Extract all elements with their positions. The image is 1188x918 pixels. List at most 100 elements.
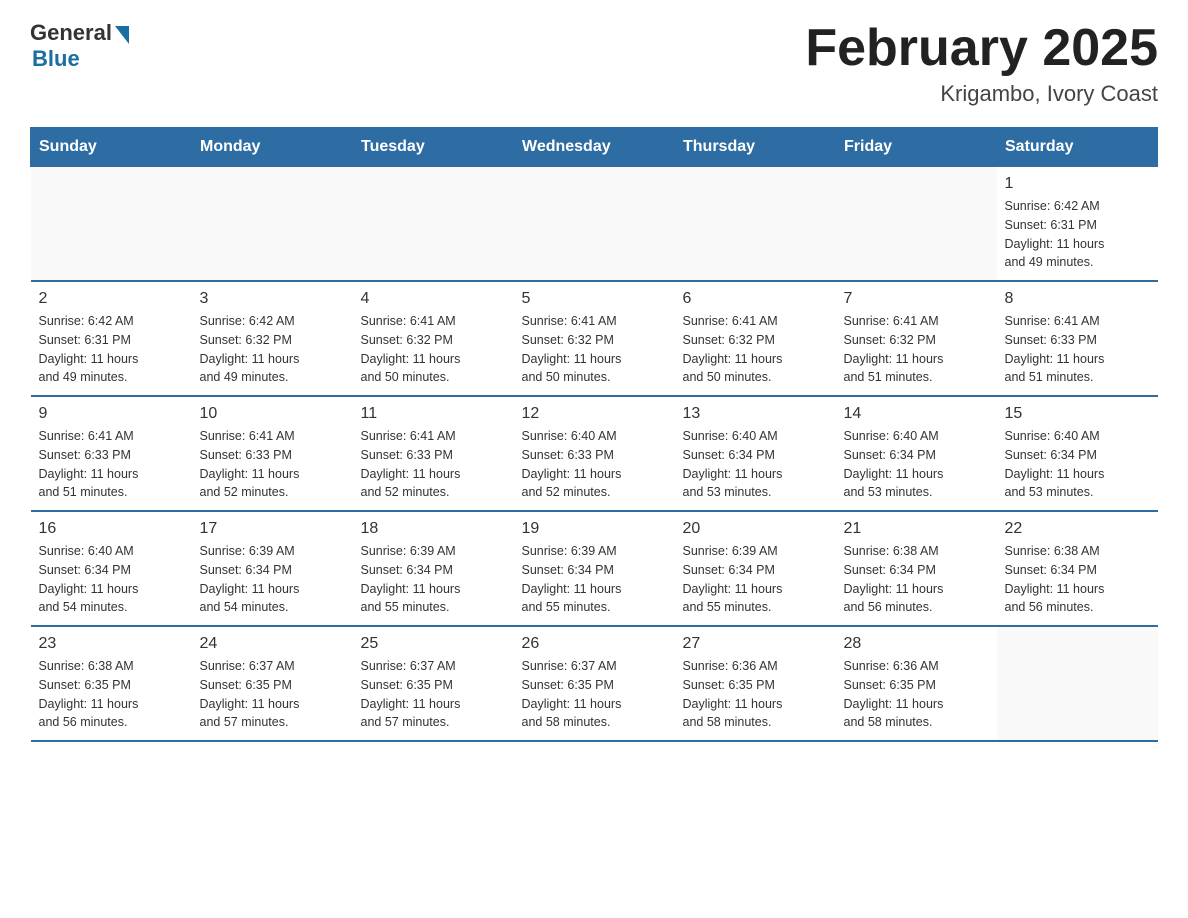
calendar-table: SundayMondayTuesdayWednesdayThursdayFrid… [30, 127, 1158, 742]
day-info: Sunrise: 6:37 AM Sunset: 6:35 PM Dayligh… [361, 657, 506, 732]
calendar-day-cell: 19Sunrise: 6:39 AM Sunset: 6:34 PM Dayli… [514, 511, 675, 626]
day-info: Sunrise: 6:39 AM Sunset: 6:34 PM Dayligh… [200, 542, 345, 617]
calendar-week-row: 1 Sunrise: 6:42 AM Sunset: 6:31 PM Daylig… [31, 167, 1158, 282]
day-info: Sunrise: 6:36 AM Sunset: 6:35 PM Dayligh… [844, 657, 989, 732]
day-number: 8 [1005, 290, 1150, 308]
day-number: 17 [200, 520, 345, 538]
calendar-day-cell: 5 Sunrise: 6:41 AM Sunset: 6:32 PM Daylig… [514, 281, 675, 396]
day-number: 10 [200, 405, 345, 423]
location-title: Krigambo, Ivory Coast [805, 81, 1158, 107]
day-info: Sunrise: 6:42 AM Sunset: 6:31 PM Dayligh… [1005, 197, 1150, 272]
day-info: Sunrise: 6:37 AM Sunset: 6:35 PM Dayligh… [200, 657, 345, 732]
calendar-day-header: Saturday [997, 128, 1158, 167]
calendar-day-cell: 16 Sunrise: 6:40 AM Sunset: 6:34 PM Dayli… [31, 511, 192, 626]
logo-general-text: General [30, 20, 112, 46]
calendar-day-cell: 10 Sunrise: 6:41 AM Sunset: 6:33 PM Dayli… [192, 396, 353, 511]
calendar-day-cell [997, 626, 1158, 741]
day-number: 15 [1005, 405, 1150, 423]
calendar-day-header: Wednesday [514, 128, 675, 167]
calendar-week-row: 9 Sunrise: 6:41 AM Sunset: 6:33 PM Daylig… [31, 396, 1158, 511]
calendar-day-cell [353, 167, 514, 282]
calendar-day-cell: 17 Sunrise: 6:39 AM Sunset: 6:34 PM Dayli… [192, 511, 353, 626]
calendar-day-cell: 21 Sunrise: 6:38 AM Sunset: 6:34 PM Dayli… [836, 511, 997, 626]
calendar-day-cell: 28 Sunrise: 6:36 AM Sunset: 6:35 PM Dayli… [836, 626, 997, 741]
day-number: 1 [1005, 175, 1150, 193]
day-number: 9 [39, 405, 184, 423]
calendar-day-cell: 11Sunrise: 6:41 AM Sunset: 6:33 PM Dayli… [353, 396, 514, 511]
day-info: Sunrise: 6:39 AM Sunset: 6:34 PM Dayligh… [361, 542, 506, 617]
day-number: 27 [683, 635, 828, 653]
month-title: February 2025 [805, 20, 1158, 77]
day-info: Sunrise: 6:41 AM Sunset: 6:33 PM Dayligh… [39, 427, 184, 502]
calendar-day-cell: 9 Sunrise: 6:41 AM Sunset: 6:33 PM Daylig… [31, 396, 192, 511]
calendar-week-row: 2 Sunrise: 6:42 AM Sunset: 6:31 PM Daylig… [31, 281, 1158, 396]
day-info: Sunrise: 6:37 AM Sunset: 6:35 PM Dayligh… [522, 657, 667, 732]
day-number: 6 [683, 290, 828, 308]
day-info: Sunrise: 6:41 AM Sunset: 6:32 PM Dayligh… [844, 312, 989, 387]
day-info: Sunrise: 6:42 AM Sunset: 6:31 PM Dayligh… [39, 312, 184, 387]
day-number: 18 [361, 520, 506, 538]
day-info: Sunrise: 6:36 AM Sunset: 6:35 PM Dayligh… [683, 657, 828, 732]
day-info: Sunrise: 6:38 AM Sunset: 6:35 PM Dayligh… [39, 657, 184, 732]
calendar-day-cell [836, 167, 997, 282]
calendar-header-row: SundayMondayTuesdayWednesdayThursdayFrid… [31, 128, 1158, 167]
day-number: 16 [39, 520, 184, 538]
page-header: General Blue February 2025 Krigambo, Ivo… [30, 20, 1158, 107]
day-info: Sunrise: 6:40 AM Sunset: 6:34 PM Dayligh… [1005, 427, 1150, 502]
calendar-day-cell: 26 Sunrise: 6:37 AM Sunset: 6:35 PM Dayli… [514, 626, 675, 741]
calendar-day-cell: 2 Sunrise: 6:42 AM Sunset: 6:31 PM Daylig… [31, 281, 192, 396]
day-info: Sunrise: 6:41 AM Sunset: 6:33 PM Dayligh… [200, 427, 345, 502]
day-number: 19 [522, 520, 667, 538]
calendar-day-cell [675, 167, 836, 282]
calendar-day-cell: 27 Sunrise: 6:36 AM Sunset: 6:35 PM Dayli… [675, 626, 836, 741]
calendar-week-row: 23Sunrise: 6:38 AM Sunset: 6:35 PM Dayli… [31, 626, 1158, 741]
calendar-day-cell: 15 Sunrise: 6:40 AM Sunset: 6:34 PM Dayli… [997, 396, 1158, 511]
day-info: Sunrise: 6:38 AM Sunset: 6:34 PM Dayligh… [1005, 542, 1150, 617]
calendar-day-cell: 6Sunrise: 6:41 AM Sunset: 6:32 PM Daylig… [675, 281, 836, 396]
calendar-day-cell [192, 167, 353, 282]
calendar-day-cell: 7Sunrise: 6:41 AM Sunset: 6:32 PM Daylig… [836, 281, 997, 396]
day-info: Sunrise: 6:41 AM Sunset: 6:33 PM Dayligh… [361, 427, 506, 502]
day-number: 28 [844, 635, 989, 653]
day-number: 13 [683, 405, 828, 423]
day-number: 21 [844, 520, 989, 538]
calendar-day-cell: 13Sunrise: 6:40 AM Sunset: 6:34 PM Dayli… [675, 396, 836, 511]
calendar-day-cell: 18 Sunrise: 6:39 AM Sunset: 6:34 PM Dayli… [353, 511, 514, 626]
day-info: Sunrise: 6:38 AM Sunset: 6:34 PM Dayligh… [844, 542, 989, 617]
day-number: 20 [683, 520, 828, 538]
day-number: 2 [39, 290, 184, 308]
calendar-day-cell [514, 167, 675, 282]
calendar-day-cell: 3 Sunrise: 6:42 AM Sunset: 6:32 PM Daylig… [192, 281, 353, 396]
logo: General Blue [30, 20, 129, 72]
day-info: Sunrise: 6:41 AM Sunset: 6:32 PM Dayligh… [522, 312, 667, 387]
calendar-day-cell: 8 Sunrise: 6:41 AM Sunset: 6:33 PM Daylig… [997, 281, 1158, 396]
calendar-day-header: Thursday [675, 128, 836, 167]
calendar-day-header: Monday [192, 128, 353, 167]
calendar-day-cell: 14Sunrise: 6:40 AM Sunset: 6:34 PM Dayli… [836, 396, 997, 511]
calendar-day-cell: 25 Sunrise: 6:37 AM Sunset: 6:35 PM Dayli… [353, 626, 514, 741]
day-number: 22 [1005, 520, 1150, 538]
day-info: Sunrise: 6:41 AM Sunset: 6:32 PM Dayligh… [361, 312, 506, 387]
title-area: February 2025 Krigambo, Ivory Coast [805, 20, 1158, 107]
logo-blue-text: Blue [32, 46, 80, 72]
day-info: Sunrise: 6:40 AM Sunset: 6:34 PM Dayligh… [39, 542, 184, 617]
calendar-day-cell [31, 167, 192, 282]
day-number: 5 [522, 290, 667, 308]
calendar-day-cell: 24Sunrise: 6:37 AM Sunset: 6:35 PM Dayli… [192, 626, 353, 741]
day-number: 3 [200, 290, 345, 308]
day-number: 25 [361, 635, 506, 653]
calendar-day-cell: 20 Sunrise: 6:39 AM Sunset: 6:34 PM Dayli… [675, 511, 836, 626]
calendar-day-cell: 12Sunrise: 6:40 AM Sunset: 6:33 PM Dayli… [514, 396, 675, 511]
day-info: Sunrise: 6:41 AM Sunset: 6:33 PM Dayligh… [1005, 312, 1150, 387]
day-info: Sunrise: 6:42 AM Sunset: 6:32 PM Dayligh… [200, 312, 345, 387]
day-number: 4 [361, 290, 506, 308]
calendar-day-cell: 4 Sunrise: 6:41 AM Sunset: 6:32 PM Daylig… [353, 281, 514, 396]
day-number: 26 [522, 635, 667, 653]
calendar-day-cell: 23Sunrise: 6:38 AM Sunset: 6:35 PM Dayli… [31, 626, 192, 741]
day-number: 12 [522, 405, 667, 423]
calendar-day-cell: 22 Sunrise: 6:38 AM Sunset: 6:34 PM Dayli… [997, 511, 1158, 626]
calendar-day-cell: 1 Sunrise: 6:42 AM Sunset: 6:31 PM Daylig… [997, 167, 1158, 282]
calendar-day-header: Tuesday [353, 128, 514, 167]
day-info: Sunrise: 6:39 AM Sunset: 6:34 PM Dayligh… [683, 542, 828, 617]
calendar-day-header: Friday [836, 128, 997, 167]
